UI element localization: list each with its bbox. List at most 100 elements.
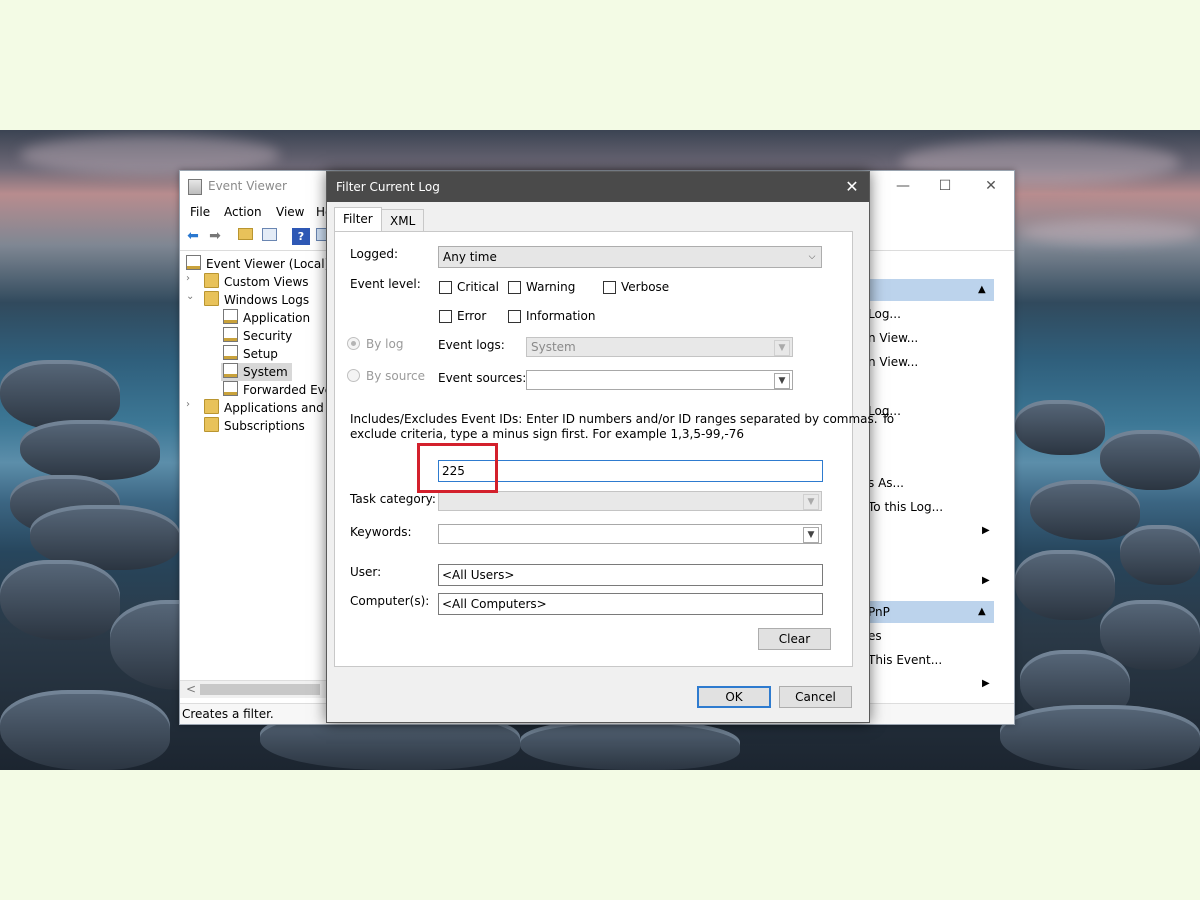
menu-view[interactable]: View [276, 205, 304, 219]
tab-xml[interactable]: XML [381, 209, 425, 232]
back-arrow-icon[interactable]: ⬅ [184, 228, 202, 245]
information-checkbox[interactable] [508, 310, 521, 323]
scroll-left-icon[interactable]: < [186, 682, 196, 696]
expand-arrow-icon[interactable]: › [186, 399, 190, 410]
highlight-box [417, 443, 498, 493]
actions-header-event[interactable]: PnP ▲ [868, 601, 994, 623]
log-icon [223, 381, 238, 396]
tree-item-applications-and-services[interactable]: Applications and Se [204, 399, 328, 417]
tree-item-custom-views[interactable]: Custom Views [204, 273, 309, 291]
error-checkbox[interactable] [439, 310, 452, 323]
keywords-label: Keywords: [350, 525, 412, 539]
log-icon [223, 363, 238, 378]
critical-checkbox[interactable] [439, 281, 452, 294]
by-source-label: By source [366, 369, 425, 383]
event-viewer-icon [186, 255, 201, 270]
action-item[interactable]: es [868, 629, 882, 643]
filter-current-log-dialog: Filter Current Log ✕ Filter XML Logged: … [326, 171, 894, 723]
action-item[interactable]: n View... [868, 331, 918, 345]
action-item[interactable]: This Event... [868, 653, 942, 667]
event-sources-label: Event sources: [438, 371, 527, 385]
tree-item-security[interactable]: Security [223, 327, 292, 345]
verbose-checkbox[interactable] [603, 281, 616, 294]
warning-checkbox[interactable] [508, 281, 521, 294]
computers-value: <All Computers> [442, 597, 547, 611]
tree-item-subscriptions[interactable]: Subscriptions [204, 417, 305, 435]
event-sources-dropdown[interactable]: ▼ [526, 370, 793, 390]
tree-item-application[interactable]: Application [223, 309, 310, 327]
user-input[interactable]: <All Users> [438, 564, 823, 586]
tree-item-event-viewer-local[interactable]: Event Viewer (Local) [186, 255, 328, 273]
action-item[interactable]: s As... [868, 476, 904, 490]
logged-value: Any time [443, 250, 497, 264]
collapse-icon[interactable]: ▲ [978, 284, 986, 295]
submenu-arrow-icon[interactable]: ▶ [982, 575, 990, 586]
event-viewer-title: Event Viewer [208, 179, 287, 193]
event-level-label: Event level: [350, 277, 421, 291]
computers-label: Computer(s): [350, 594, 430, 608]
expand-arrow-icon[interactable]: › [186, 273, 190, 284]
close-dialog-button[interactable]: ✕ [841, 176, 863, 198]
dropdown-arrow-icon: ▼ [803, 494, 819, 510]
dialog-title: Filter Current Log [336, 180, 440, 194]
forward-arrow-icon[interactable]: ➡ [206, 228, 224, 245]
console-tree: Event Viewer (Local) › Custom Views ⌄ Wi… [180, 255, 328, 680]
task-category-label: Task category: [350, 492, 436, 506]
tree-item-setup[interactable]: Setup [223, 345, 278, 363]
information-label: Information [526, 309, 596, 323]
logged-dropdown[interactable]: Any time ⌵ [438, 246, 822, 268]
log-icon [223, 327, 238, 342]
menu-action[interactable]: Action [224, 205, 262, 219]
warning-label: Warning [526, 280, 576, 294]
event-viewer-app-icon [188, 179, 202, 195]
action-item[interactable]: n View... [868, 355, 918, 369]
menu-file[interactable]: File [190, 205, 210, 219]
console-tree-icon[interactable] [260, 228, 278, 245]
scrollbar-thumb[interactable] [200, 684, 320, 695]
chevron-down-icon: ⌵ [808, 252, 816, 262]
user-value: <All Users> [442, 568, 515, 582]
actions-header-system[interactable]: ▲ [868, 279, 994, 301]
error-label: Error [457, 309, 487, 323]
by-source-radio[interactable] [347, 369, 360, 382]
submenu-arrow-icon[interactable]: ▶ [982, 678, 990, 689]
tree-horizontal-scrollbar[interactable]: < [180, 680, 328, 698]
cancel-button[interactable]: Cancel [779, 686, 852, 708]
user-label: User: [350, 565, 382, 579]
task-category-dropdown[interactable]: ▼ [438, 491, 822, 511]
event-logs-value: System [531, 340, 576, 354]
tree-item-system[interactable]: System [221, 363, 292, 381]
event-ids-help-line2: exclude criteria, type a minus sign firs… [350, 427, 744, 441]
tree-item-windows-logs[interactable]: Windows Logs [204, 291, 309, 309]
folder-icon [204, 399, 219, 414]
actions-pane: ▲ Log... n View... n View... Log... s As… [868, 255, 1014, 695]
tab-filter[interactable]: Filter [334, 207, 382, 233]
logged-label: Logged: [350, 247, 399, 261]
tree-item-forwarded-events[interactable]: Forwarded Even [223, 381, 328, 399]
folder-up-icon[interactable] [236, 228, 254, 245]
folder-icon [204, 291, 219, 306]
event-logs-dropdown[interactable]: System ▼ [526, 337, 793, 357]
action-item[interactable]: Log... [868, 307, 901, 321]
ok-button[interactable]: OK [697, 686, 771, 708]
verbose-label: Verbose [621, 280, 670, 294]
collapse-icon[interactable]: ▲ [978, 606, 986, 617]
minimize-button[interactable]: — [888, 176, 918, 196]
action-item[interactable]: To this Log... [868, 500, 943, 514]
clear-button[interactable]: Clear [758, 628, 831, 650]
keywords-dropdown[interactable]: ▼ [438, 524, 822, 544]
computers-input[interactable]: <All Computers> [438, 593, 823, 615]
dropdown-arrow-icon: ▼ [774, 373, 790, 389]
help-icon[interactable]: ? [292, 228, 310, 245]
dropdown-arrow-icon: ▼ [803, 527, 819, 543]
dialog-titlebar[interactable]: Filter Current Log ✕ [327, 172, 869, 202]
by-log-radio[interactable] [347, 337, 360, 350]
by-log-label: By log [366, 337, 404, 351]
filter-panel: Logged: Any time ⌵ Event level: Critical… [334, 231, 894, 667]
close-window-button[interactable]: ✕ [976, 176, 1006, 196]
subscriptions-icon [204, 417, 219, 432]
collapse-arrow-icon[interactable]: ⌄ [186, 291, 194, 302]
submenu-arrow-icon[interactable]: ▶ [982, 525, 990, 536]
actions-header-label: PnP [868, 605, 890, 619]
maximize-button[interactable]: ☐ [930, 176, 960, 196]
